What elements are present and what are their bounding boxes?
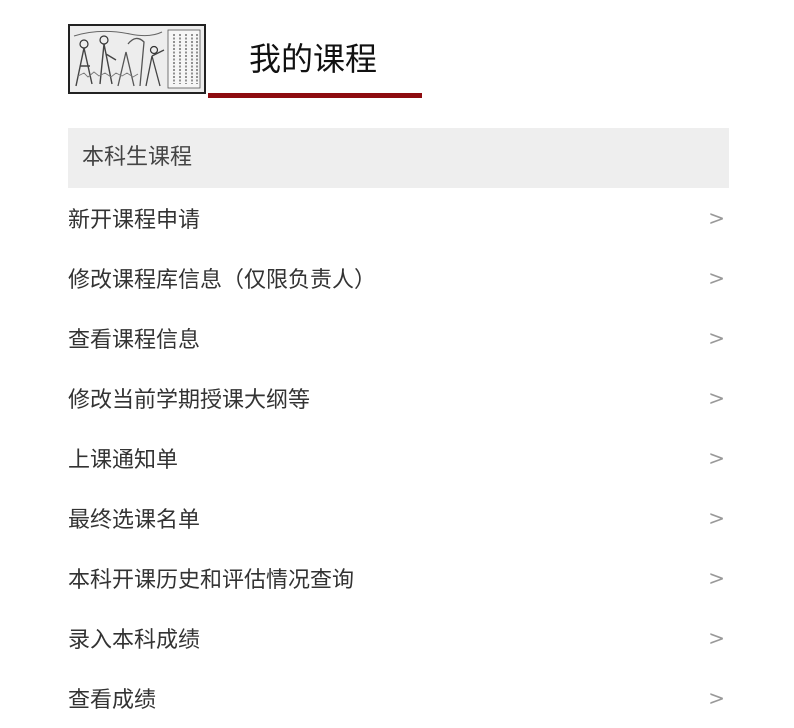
menu-item-final-enrollment-list[interactable]: 最终选课名单 > — [68, 488, 729, 548]
menu-item-enter-grades[interactable]: 录入本科成绩 > — [68, 608, 729, 668]
menu-item-course-history-evaluation[interactable]: 本科开课历史和评估情况查询 > — [68, 548, 729, 608]
menu-item-label: 查看课程信息 — [68, 328, 201, 353]
menu-item-edit-syllabus[interactable]: 修改当前学期授课大纲等 > — [68, 368, 729, 428]
chevron-right-icon: > — [708, 326, 725, 350]
menu-item-label: 新开课程申请 — [68, 208, 201, 233]
chevron-right-icon: > — [708, 566, 725, 590]
title-underline — [208, 93, 422, 98]
page-header: 我的课程 — [68, 24, 422, 98]
chevron-right-icon: > — [708, 686, 725, 710]
woodblock-illustration-icon — [68, 24, 206, 94]
page-title: 我的课程 — [249, 40, 378, 78]
menu-item-new-course-application[interactable]: 新开课程申请 > — [68, 188, 729, 248]
section-header-undergraduate: 本科生课程 — [68, 128, 729, 188]
chevron-right-icon: > — [708, 206, 725, 230]
menu-item-edit-course-library[interactable]: 修改课程库信息（仅限负责人） > — [68, 248, 729, 308]
menu-item-class-notice[interactable]: 上课通知单 > — [68, 428, 729, 488]
menu-item-view-course-info[interactable]: 查看课程信息 > — [68, 308, 729, 368]
menu-item-label: 查看成绩 — [68, 688, 157, 713]
chevron-right-icon: > — [708, 386, 725, 410]
menu-item-label: 本科开课历史和评估情况查询 — [68, 568, 355, 593]
course-menu: 新开课程申请 > 修改课程库信息（仅限负责人） > 查看课程信息 > 修改当前学… — [68, 188, 729, 728]
menu-item-label: 最终选课名单 — [68, 508, 201, 533]
chevron-right-icon: > — [708, 626, 725, 650]
menu-item-view-grades[interactable]: 查看成绩 > — [68, 668, 729, 728]
menu-item-label: 录入本科成绩 — [68, 628, 201, 653]
menu-item-label: 上课通知单 — [68, 448, 179, 473]
chevron-right-icon: > — [708, 266, 725, 290]
menu-item-label: 修改当前学期授课大纲等 — [68, 388, 311, 413]
menu-item-label: 修改课程库信息（仅限负责人） — [68, 268, 377, 293]
chevron-right-icon: > — [708, 506, 725, 530]
chevron-right-icon: > — [708, 446, 725, 470]
